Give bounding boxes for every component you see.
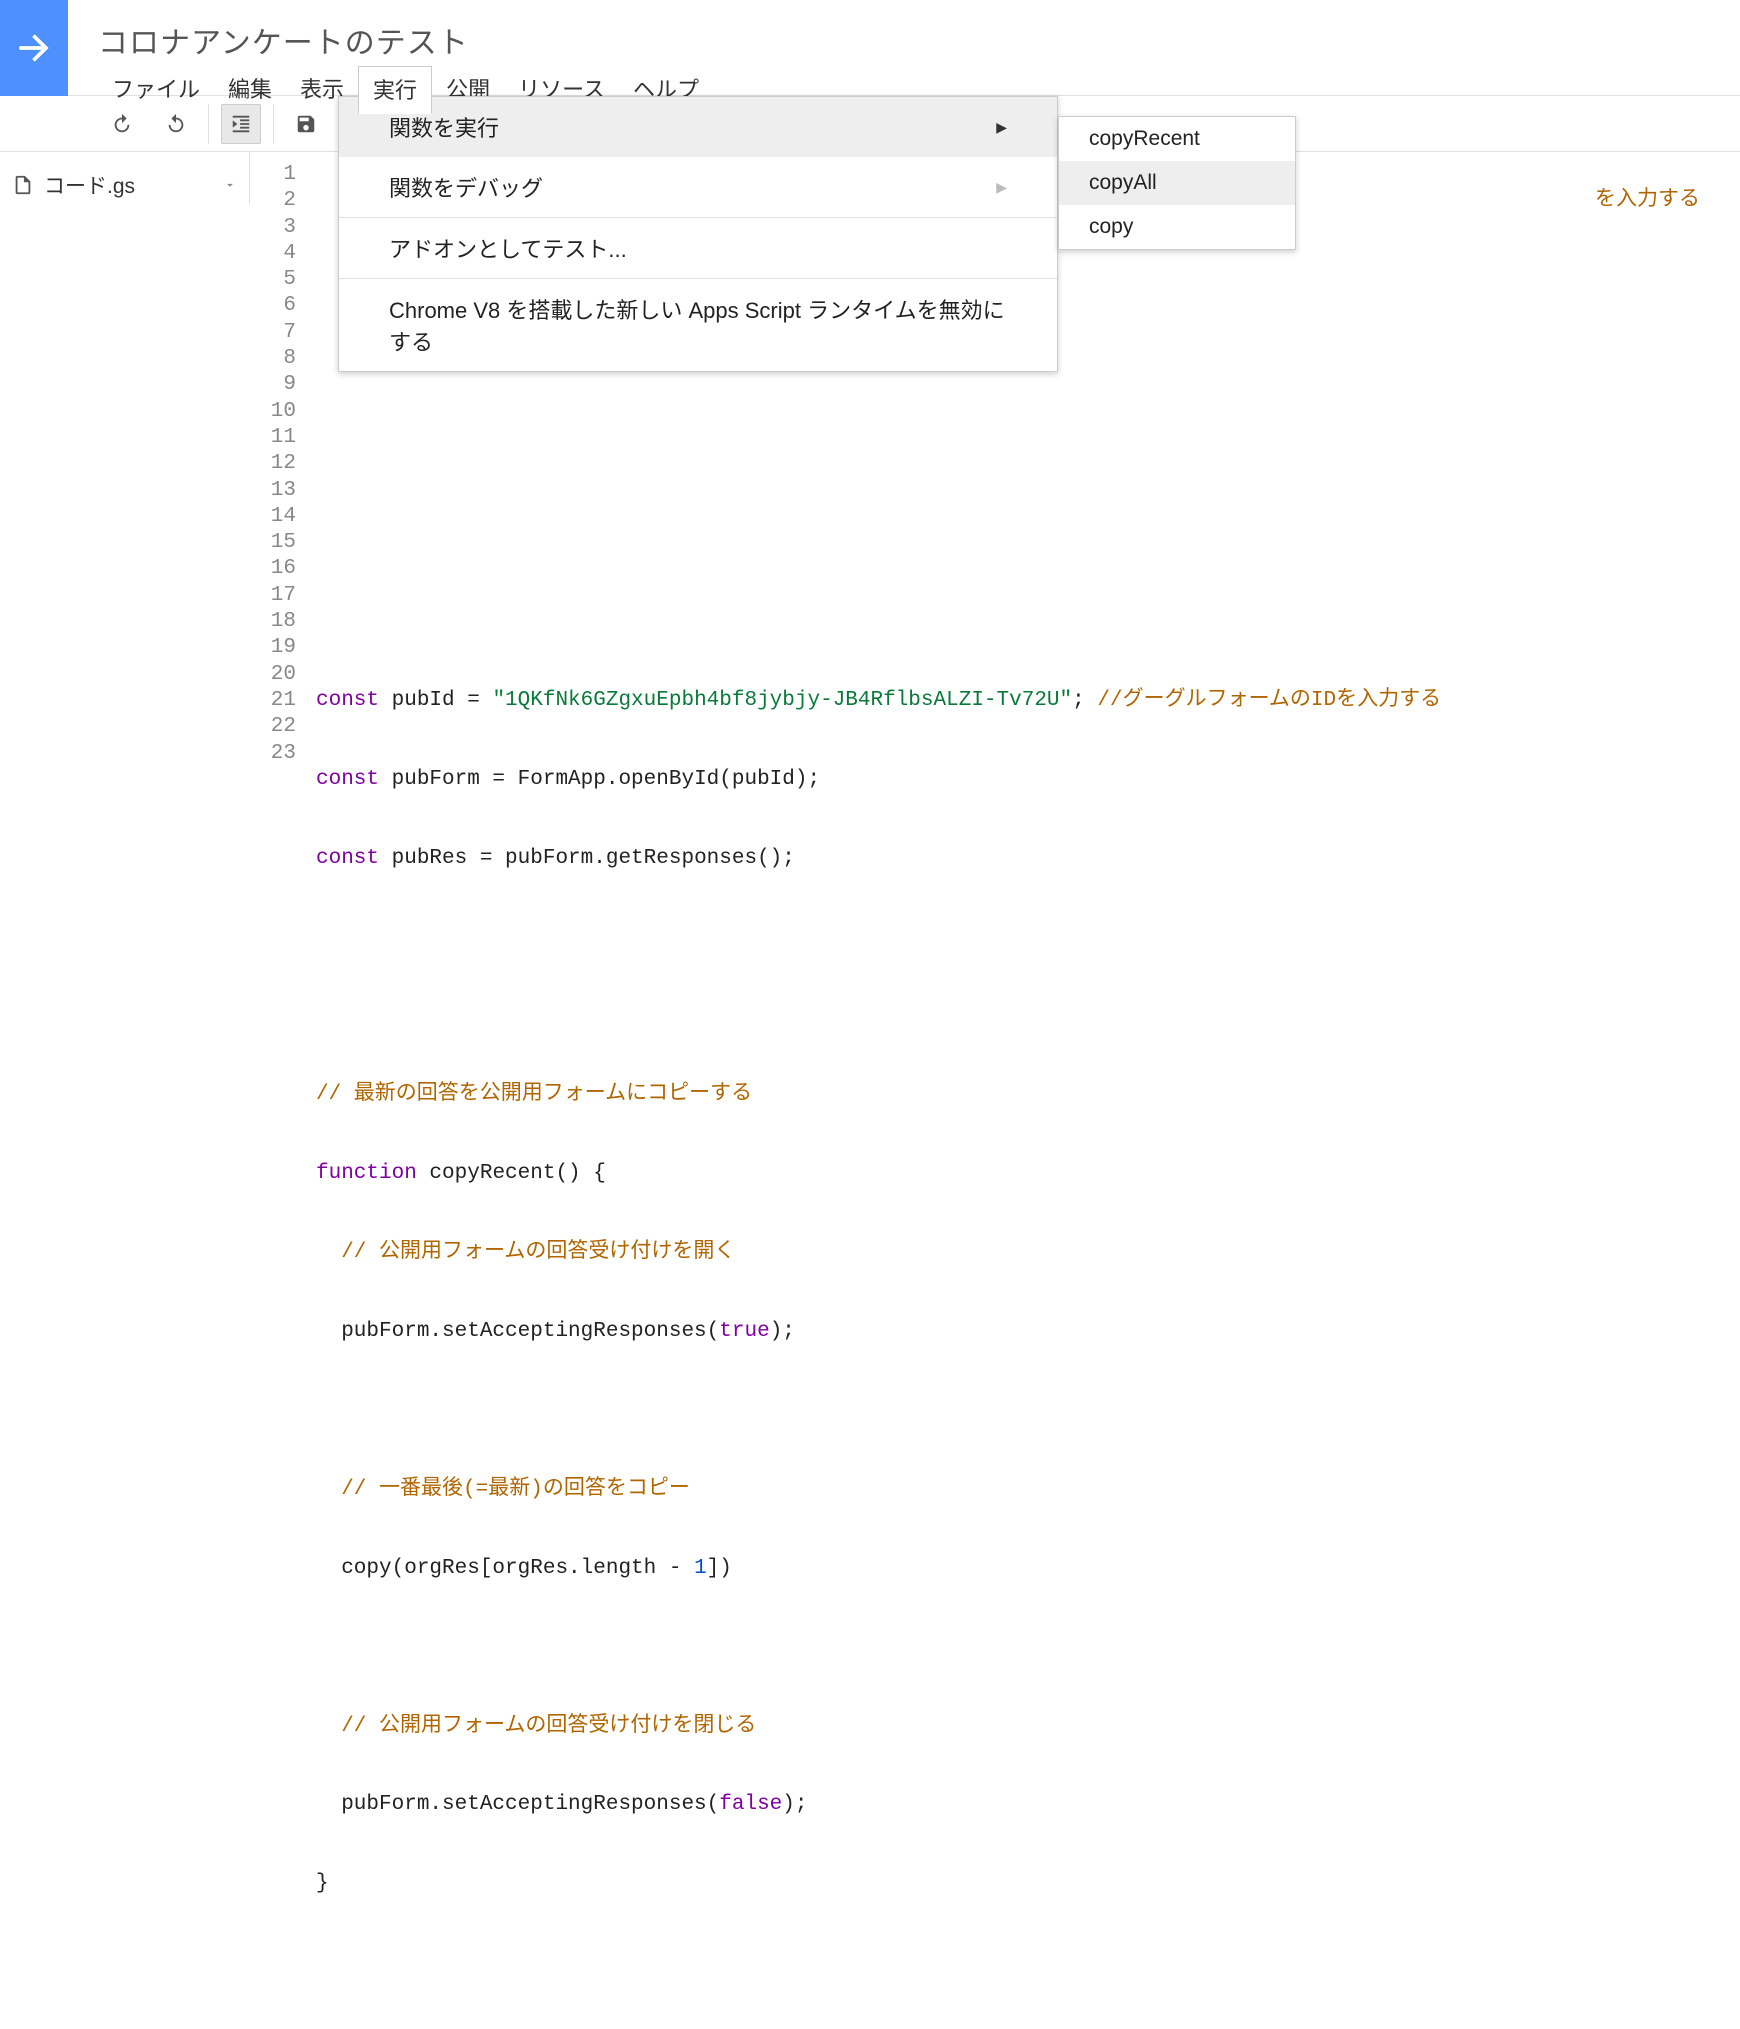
submenu-copyAll[interactable]: copyAll: [1059, 161, 1295, 205]
trailing-comment-area: を入力する: [1595, 162, 1700, 215]
indent-icon: [230, 113, 252, 135]
caret-down-icon: [223, 178, 237, 192]
line-number: 15: [250, 530, 296, 556]
line-number: 9: [250, 372, 296, 398]
line-number: 16: [250, 556, 296, 582]
save-icon: [295, 113, 317, 135]
menu-run-function[interactable]: 関数を実行 ▶: [339, 97, 1057, 157]
line-number: 14: [250, 504, 296, 530]
line-number: 17: [250, 583, 296, 609]
menu-debug-function[interactable]: 関数をデバッグ ▶: [339, 157, 1057, 217]
redo-icon: [165, 113, 187, 135]
apps-script-logo: [0, 0, 68, 96]
line-number: 3: [250, 215, 296, 241]
line-number: 5: [250, 267, 296, 293]
line-number: 11: [250, 425, 296, 451]
menu-test-as-addon[interactable]: アドオンとしてテスト...: [339, 218, 1057, 278]
file-icon: [12, 174, 34, 196]
line-number: 4: [250, 241, 296, 267]
submenu-copy[interactable]: copy: [1059, 205, 1295, 249]
line-number: 1: [250, 162, 296, 188]
undo-button[interactable]: [102, 104, 142, 144]
header: コロナアンケートのテスト ファイル 編集 表示 実行 公開 リソース ヘルプ: [0, 0, 1740, 96]
chevron-right-icon: ▶: [996, 179, 1007, 196]
sidebar: コード.gs: [0, 152, 250, 204]
file-name: コード.gs: [44, 170, 135, 200]
line-number: 18: [250, 609, 296, 635]
line-number: 23: [250, 741, 296, 767]
line-number: 20: [250, 662, 296, 688]
file-item[interactable]: コード.gs: [0, 166, 249, 204]
save-button[interactable]: [286, 104, 326, 144]
line-number: 22: [250, 714, 296, 740]
code-area[interactable]: const pubId = "1QKfNk6GZgxuEpbh4bf8jybjy…: [316, 162, 1441, 2029]
line-number: 10: [250, 399, 296, 425]
line-number: 6: [250, 293, 296, 319]
run-function-submenu: copyRecent copyAll copy: [1058, 116, 1296, 250]
line-number: 2: [250, 188, 296, 214]
undo-icon: [111, 113, 133, 135]
menu-disable-v8[interactable]: Chrome V8 を搭載した新しい Apps Script ランタイムを無効に…: [339, 279, 1057, 371]
line-gutter: 1234567891011121314151617181920212223: [250, 162, 306, 767]
line-number: 21: [250, 688, 296, 714]
chevron-right-icon: ▶: [996, 119, 1007, 136]
line-number: 7: [250, 320, 296, 346]
redo-button[interactable]: [156, 104, 196, 144]
line-number: 19: [250, 635, 296, 661]
menu-run[interactable]: 実行: [358, 66, 432, 114]
run-menu-dropdown: 関数を実行 ▶ 関数をデバッグ ▶ アドオンとしてテスト... Chrome V…: [338, 96, 1058, 372]
project-title[interactable]: コロナアンケートのテスト: [98, 18, 1740, 62]
line-number: 12: [250, 451, 296, 477]
indent-button[interactable]: [221, 104, 261, 144]
line-number: 8: [250, 346, 296, 372]
arrow-right-icon: [12, 26, 56, 70]
submenu-copyRecent[interactable]: copyRecent: [1059, 117, 1295, 161]
line-number: 13: [250, 478, 296, 504]
